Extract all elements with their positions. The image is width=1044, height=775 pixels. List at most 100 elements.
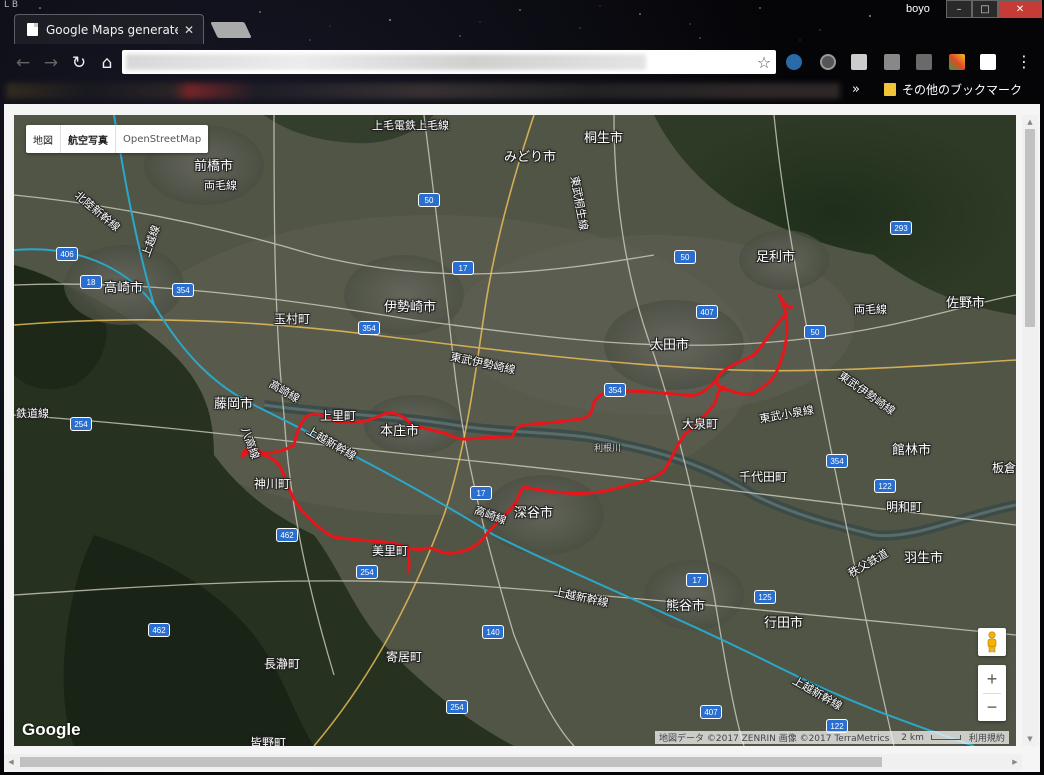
place-label: 前橋市 xyxy=(194,159,234,174)
bookmark-star-icon[interactable]: ☆ xyxy=(754,52,774,72)
route-shield: 18 xyxy=(80,275,102,289)
route-shield: 354 xyxy=(172,283,194,297)
other-bookmarks-button[interactable]: その他のブックマーク xyxy=(884,81,1022,98)
extension-gray-icon[interactable] xyxy=(884,54,900,70)
route-shield: 254 xyxy=(446,700,468,714)
place-label: 玉村町 xyxy=(274,312,311,326)
route-shield: 354 xyxy=(358,321,380,335)
blurred-url xyxy=(126,54,646,70)
place-label: 長瀞町 xyxy=(264,657,301,671)
pegman-icon xyxy=(987,631,997,653)
route-shield: 254 xyxy=(356,565,378,579)
browser-window: L B Google Maps generate ✕ boyo – □ ✕ ← … xyxy=(0,0,1044,775)
place-label: 熊谷市 xyxy=(666,599,706,614)
rail-label: 鉄道線 xyxy=(16,407,49,420)
other-bookmarks-label: その他のブックマーク xyxy=(902,83,1023,97)
place-label: 皆野町 xyxy=(250,736,287,746)
extension-font-icon[interactable] xyxy=(980,54,996,70)
page-icon xyxy=(27,23,38,36)
route-shield: 50 xyxy=(804,325,826,339)
horizontal-scroll-thumb[interactable] xyxy=(20,757,882,767)
profile-name[interactable]: boyo xyxy=(906,3,930,15)
close-icon[interactable]: ✕ xyxy=(184,23,194,37)
map-type-osm[interactable]: OpenStreetMap xyxy=(116,125,208,153)
scroll-down-arrow-icon[interactable]: ▼ xyxy=(1022,732,1038,746)
place-label: 佐野市 xyxy=(946,296,986,311)
rail-label: 両毛線 xyxy=(204,179,237,192)
menu-icon[interactable]: ⋮ xyxy=(1016,52,1032,71)
minimize-button[interactable]: – xyxy=(946,0,972,18)
route-shield: 50 xyxy=(418,193,440,207)
place-label: 美里町 xyxy=(372,544,409,558)
route-shield: 406 xyxy=(56,247,78,261)
extension-ss-icon[interactable] xyxy=(916,54,932,70)
tab-google-maps[interactable]: Google Maps generate ✕ xyxy=(14,14,204,44)
forward-button[interactable]: → xyxy=(40,52,62,74)
street-view-pegman-icon[interactable] xyxy=(978,628,1006,656)
google-logo: Google xyxy=(22,720,81,739)
place-label: 上里町 xyxy=(320,409,357,423)
route-shield: 17 xyxy=(452,261,474,275)
zoom-control: + − xyxy=(978,665,1006,721)
river-label: 利根川 xyxy=(594,444,622,454)
new-tab-button[interactable] xyxy=(210,22,252,38)
back-button[interactable]: ← xyxy=(12,52,34,74)
tab-strip: Google Maps generate ✕ xyxy=(0,0,1044,44)
horizontal-scrollbar[interactable]: ◀ ▶ xyxy=(4,754,1022,770)
route-shield: 125 xyxy=(754,590,776,604)
blurred-bookmarks xyxy=(6,83,840,99)
bookmarks-overflow-icon[interactable]: » xyxy=(852,82,860,97)
address-bar[interactable] xyxy=(122,50,776,74)
zoom-in-button[interactable]: + xyxy=(978,665,1006,693)
place-label: 明和町 xyxy=(886,500,923,514)
map-attribution-bar: 地図データ ©2017 ZENRIN 画像 ©2017 TerraMetrics… xyxy=(655,731,1009,744)
vertical-scroll-thumb[interactable] xyxy=(1025,129,1035,327)
place-label: みどり市 xyxy=(504,150,557,165)
zoom-out-button[interactable]: − xyxy=(978,693,1006,721)
map-type-roadmap[interactable]: 地図 xyxy=(26,125,61,153)
route-shield: 407 xyxy=(700,705,722,719)
place-label: 羽生市 xyxy=(904,551,944,566)
place-label: 伊勢崎市 xyxy=(384,300,437,315)
place-label: 板倉 xyxy=(992,461,1016,475)
map-canvas[interactable]: 前橋市 高崎市 伊勢崎市 太田市 足利市 佐野市 桐生市 みどり市 藤岡市 本庄… xyxy=(14,115,1016,746)
route-shield: 462 xyxy=(148,623,170,637)
scale-bar[interactable]: 2 km xyxy=(893,733,965,743)
scroll-up-arrow-icon[interactable]: ▲ xyxy=(1022,115,1038,129)
route-shield: 407 xyxy=(696,305,718,319)
extension-circle-icon[interactable] xyxy=(820,54,836,70)
place-label: 神川町 xyxy=(254,477,291,491)
satellite-imagery xyxy=(14,115,1016,746)
reload-button[interactable]: ↻ xyxy=(68,52,90,74)
attribution-text: 地図データ ©2017 ZENRIN 画像 ©2017 TerraMetrics xyxy=(659,734,890,744)
terms-link[interactable]: 利用規約 xyxy=(965,731,1009,744)
maximize-button[interactable]: □ xyxy=(972,0,998,18)
extension-e-icon[interactable] xyxy=(786,54,802,70)
place-label: 館林市 xyxy=(892,443,932,458)
extension-puzzle-icon[interactable] xyxy=(851,54,867,70)
place-label: 高崎市 xyxy=(104,281,144,296)
extension-color-icon[interactable] xyxy=(949,54,965,70)
place-label: 太田市 xyxy=(650,338,690,353)
scroll-right-arrow-icon[interactable]: ▶ xyxy=(1008,754,1022,770)
place-label: 足利市 xyxy=(756,250,796,265)
folder-icon xyxy=(884,83,896,96)
place-label: 行田市 xyxy=(764,616,804,631)
place-label: 桐生市 xyxy=(584,131,624,146)
place-label: 大泉町 xyxy=(682,417,719,431)
route-shield: 50 xyxy=(674,250,696,264)
home-button[interactable]: ⌂ xyxy=(96,52,118,74)
route-shield: 122 xyxy=(874,479,896,493)
vertical-scrollbar[interactable]: ▲ ▼ xyxy=(1022,115,1038,746)
place-label: 寄居町 xyxy=(386,650,423,664)
route-shield: 354 xyxy=(604,383,626,397)
close-window-button[interactable]: ✕ xyxy=(998,0,1042,18)
scroll-left-arrow-icon[interactable]: ◀ xyxy=(4,754,18,770)
rail-label: 両毛線 xyxy=(854,303,887,316)
tab-title: Google Maps generate xyxy=(46,22,178,37)
place-label: 本庄市 xyxy=(380,424,420,439)
route-shield: 293 xyxy=(890,221,912,235)
rail-label: 上毛電鉄上毛線 xyxy=(372,119,449,132)
place-label: 深谷市 xyxy=(514,506,554,521)
map-type-satellite[interactable]: 航空写真 xyxy=(61,125,116,153)
